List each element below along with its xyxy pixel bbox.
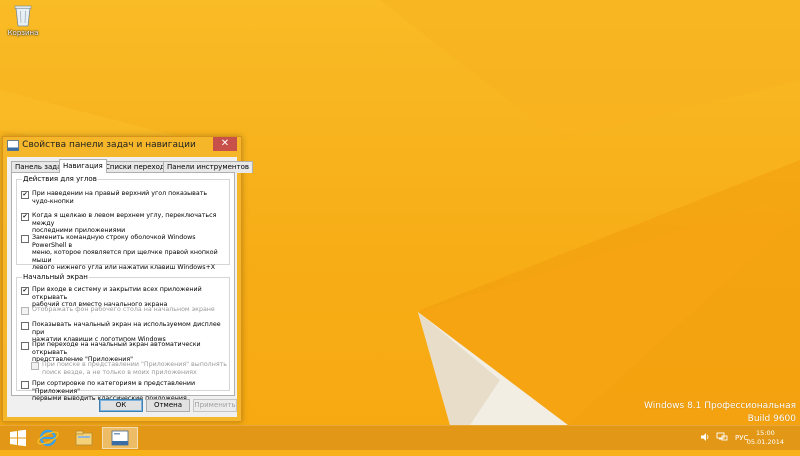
option-label: При поиске в представлении "Приложения" … (42, 361, 227, 376)
option-search-everywhere: При поиске в представлении "Приложения" … (31, 361, 227, 376)
recycle-bin-icon (13, 3, 33, 27)
taskbar-navigation-properties-dialog: Свойства панели задач и навигации ✕ Пане… (2, 136, 253, 422)
checkbox (31, 362, 39, 370)
checkbox[interactable]: ✔ (21, 287, 29, 295)
navigation-tab-page: Действия для углов ✔ При наведении на пр… (11, 172, 235, 402)
checkbox[interactable] (21, 381, 29, 389)
taskbar-properties-button[interactable] (102, 427, 138, 449)
windows-watermark: Windows 8.1 Профессиональная Build 9600 (644, 400, 796, 425)
option-replace-with-powershell[interactable]: Заменить командную строку оболочкой Wind… (21, 234, 229, 272)
checkmark-icon: ✔ (22, 191, 28, 198)
option-label: Заменить командную строку оболочкой Wind… (32, 234, 218, 271)
ok-button[interactable]: ОК (99, 399, 143, 412)
watermark-edition: Windows 8.1 Профессиональная (644, 401, 796, 411)
checkbox[interactable] (21, 235, 29, 243)
option-desktop-background-on-start: Отображать фон рабочего стола на начальн… (21, 306, 215, 315)
checkbox[interactable] (21, 342, 29, 350)
checkmark-icon: ✔ (22, 213, 28, 220)
option-switch-recent-apps[interactable]: ✔ Когда я щелкаю в левом верхнем углу, п… (21, 212, 229, 235)
apply-button: Применить (193, 399, 237, 412)
option-charms-top-right[interactable]: ✔ При наведении на правый верхний угол п… (21, 190, 207, 205)
dialog-client: Панель задач Навигация Списки переходов … (7, 157, 253, 417)
watermark-build: Build 9600 (747, 414, 796, 424)
clock[interactable]: 15:00 05.01.2014 (747, 429, 784, 447)
cancel-button[interactable]: Отмена (146, 399, 190, 412)
checkbox[interactable] (21, 322, 29, 330)
internet-explorer-button[interactable] (30, 427, 66, 449)
clock-time: 15:00 (756, 429, 775, 437)
clock-date: 05.01.2014 (746, 438, 784, 446)
checkbox[interactable]: ✔ (21, 191, 29, 199)
recycle-bin[interactable]: Корзина (6, 3, 40, 37)
tab-navigation[interactable]: Навигация (59, 159, 107, 173)
corners-group-label: Действия для углов (22, 175, 98, 183)
checkmark-icon: ✔ (22, 287, 28, 294)
close-button[interactable]: ✕ (213, 137, 237, 151)
option-label: При наведении на правый верхний угол пок… (32, 190, 208, 205)
file-explorer-button[interactable] (66, 427, 102, 449)
start-screen-group-label: Начальный экран (22, 273, 89, 281)
desktop: Корзина Windows 8.1 Профессиональная Bui… (0, 0, 800, 425)
close-icon: ✕ (220, 138, 230, 149)
internet-explorer-icon (37, 429, 59, 447)
start-screen-group: Начальный экран ✔ При входе в систему и … (16, 273, 230, 402)
taskbar: РУС 15:00 05.01.2014 (0, 425, 800, 450)
volume-icon[interactable] (700, 432, 710, 456)
corners-group: Действия для углов ✔ При наведении на пр… (16, 175, 230, 271)
taskbar-properties-icon (111, 430, 129, 446)
recycle-bin-label: Корзина (7, 29, 39, 37)
network-icon[interactable] (716, 432, 728, 456)
dialog-titlebar[interactable]: Свойства панели задач и навигации ✕ (3, 137, 241, 155)
file-explorer-icon (75, 430, 93, 446)
checkbox (21, 307, 29, 315)
option-label: Когда я щелкаю в левом верхнем углу, пер… (32, 212, 217, 234)
option-label: Отображать фон рабочего стола на начальн… (32, 306, 215, 313)
dialog-title: Свойства панели задач и навигации (22, 140, 196, 150)
checkbox[interactable]: ✔ (21, 213, 29, 221)
